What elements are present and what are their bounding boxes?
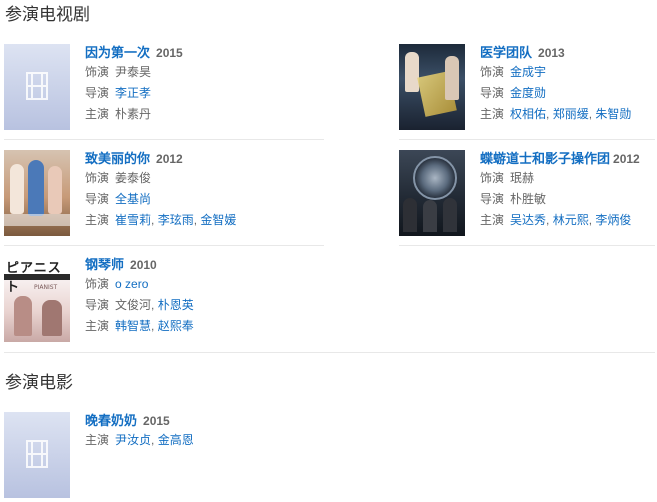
star-link[interactable]: 林元熙 [553,213,589,227]
divider [4,139,324,140]
director-link[interactable]: 金度勋 [510,86,546,100]
movie-title-link[interactable]: 晚春奶奶 [85,413,137,428]
stars-label: 主演 [85,319,110,333]
poster-placeholder[interactable] [4,412,70,498]
star-link[interactable]: 朱智勋 [595,107,631,121]
director-label: 导演 [85,86,110,100]
film-icon [26,440,48,468]
star-link[interactable]: 金智媛 [200,213,236,227]
role-label: 饰演 [480,171,505,185]
star-link[interactable]: 尹汝贞 [115,433,151,447]
stars-label: 主演 [480,107,505,121]
poster-image[interactable] [399,44,465,130]
tv-item: 蝶蝣道士和影子操作团 2012 饰演 珉赫 导演 朴胜敏 主演 吴达秀, 林元熙, 李炳… [399,150,657,236]
role-value: 珉赫 [510,171,535,185]
divider [4,245,324,246]
poster-image[interactable] [399,150,465,236]
tv-item: 因为第一次 2015 饰演 尹泰昊 导演 李正孝 主演 朴素丹 [4,44,324,130]
tv-year: 2013 [538,46,565,60]
stars-label: 主演 [85,213,110,227]
director-label: 导演 [85,298,110,312]
tv-title-link[interactable]: 蝶蝣道士和影子操作团 [480,151,610,166]
star-link[interactable]: 李炳俊 [595,213,631,227]
movie-section-title: 参演电影 [5,373,73,392]
role-link[interactable]: o zero [115,277,148,291]
movie-year: 2015 [143,414,170,428]
star-link[interactable]: 韩智慧 [115,319,151,333]
tv-year: 2010 [130,258,157,272]
tv-title-link[interactable]: 医学团队 [480,45,532,60]
director-name: 朴胜敏 [510,192,547,206]
role-label: 饰演 [480,65,505,79]
divider [399,245,655,246]
tv-title-link[interactable]: 因为第一次 [85,45,150,60]
stars-label: 主演 [480,213,505,227]
star-link[interactable]: 郑丽缓 [553,107,589,121]
tv-section-title: 参演电视剧 [5,5,90,24]
poster-image[interactable]: ピアニスト PIANIST [4,256,70,342]
poster-image[interactable] [4,150,70,236]
role-value: 姜泰俊 [115,171,152,185]
star-link[interactable]: 吴达秀 [510,213,546,227]
tv-title-link[interactable]: 钢琴师 [85,257,124,272]
divider [399,139,655,140]
movie-item: 晚春奶奶 2015 主演 尹汝贞, 金高恩 [4,412,324,498]
tv-item: 医学团队 2013 饰演 金成宇 导演 金度勋 主演 权相佑, 郑丽缓, 朱智勋 [399,44,654,130]
tv-year: 2012 [156,152,183,166]
star-name: 朴素丹 [115,107,152,121]
tv-item: 致美丽的你 2012 饰演 姜泰俊 导演 全基尚 主演 崔雪莉, 李玹雨, 金智媛 [4,150,324,236]
tv-year: 2012 [613,152,640,166]
tv-title-link[interactable]: 致美丽的你 [85,151,150,166]
star-link[interactable]: 权相佑 [510,107,546,121]
director-label: 导演 [480,86,505,100]
star-link[interactable]: 金高恩 [158,433,194,447]
poster-sub-text: PIANIST [34,284,58,291]
role-label: 饰演 [85,171,110,185]
tv-item: ピアニスト PIANIST 钢琴师 2010 饰演 o zero 导演 文俊河, 朴恩… [4,256,324,342]
director-label: 导演 [85,192,110,206]
star-link[interactable]: 赵熙奉 [158,319,194,333]
tv-year: 2015 [156,46,183,60]
film-icon [26,72,48,100]
role-label: 饰演 [85,277,110,291]
section-divider [4,352,655,353]
role-value: 尹泰昊 [115,65,152,79]
director-name: 文俊河 [115,298,152,312]
poster-placeholder[interactable] [4,44,70,130]
director-label: 导演 [480,192,505,206]
role-label: 饰演 [85,65,110,79]
director-link[interactable]: 李正孝 [115,86,151,100]
star-link[interactable]: 崔雪莉 [115,213,151,227]
role-link[interactable]: 金成宇 [510,65,546,79]
stars-label: 主演 [85,433,110,447]
stars-label: 主演 [85,107,110,121]
star-link[interactable]: 李玹雨 [158,213,194,227]
director-link[interactable]: 全基尚 [115,192,151,206]
director-link[interactable]: 朴恩英 [158,298,194,312]
